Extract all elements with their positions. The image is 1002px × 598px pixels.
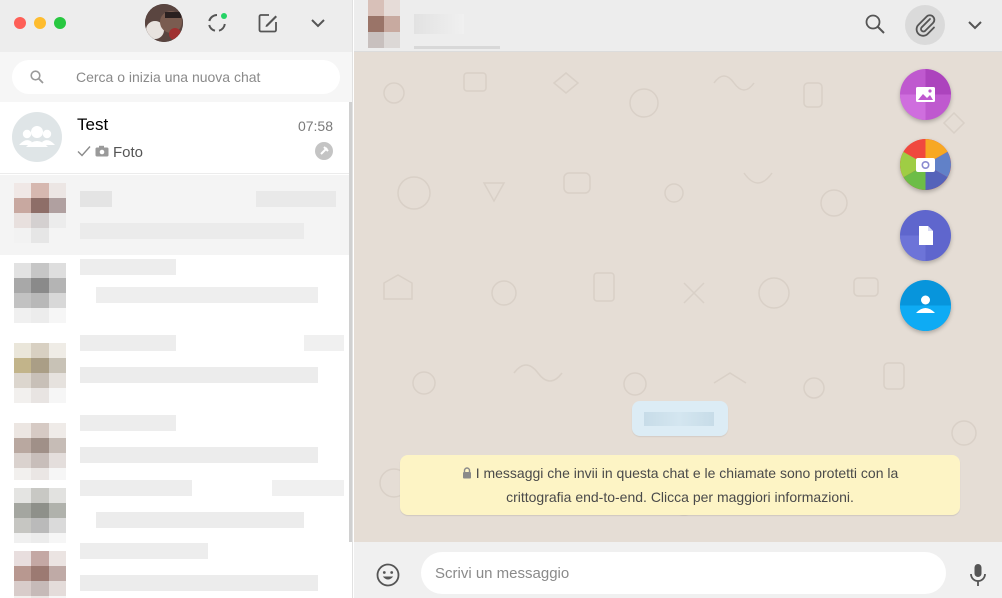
attach-button[interactable] — [905, 5, 945, 45]
redacted-date-pill — [632, 401, 728, 436]
search-bar — [0, 52, 352, 102]
message-composer — [354, 542, 1002, 598]
encryption-notice-line1: I messaggi che invii in questa chat e le… — [475, 465, 899, 481]
chevron-down-icon[interactable] — [306, 11, 330, 35]
redacted-contact-avatar[interactable] — [368, 0, 416, 48]
window-zoom-button[interactable] — [54, 17, 66, 29]
chevron-down-icon[interactable] — [963, 13, 987, 37]
encryption-notice[interactable]: I messaggi che invii in questa chat e le… — [400, 455, 960, 515]
compose-icon[interactable] — [256, 11, 280, 35]
attach-photos-button[interactable] — [900, 69, 951, 120]
document-icon — [919, 226, 933, 245]
redacted-contact-name[interactable] — [414, 14, 464, 34]
redacted-chat-row[interactable] — [0, 335, 349, 415]
chat-preview-text: Foto — [113, 144, 144, 161]
search-icon — [30, 70, 44, 84]
image-icon — [916, 87, 935, 102]
encryption-notice-line2: crittografia end-to-end. Clicca per magg… — [506, 489, 854, 505]
lock-icon — [462, 462, 472, 479]
check-icon — [77, 144, 91, 161]
search-icon[interactable] — [864, 13, 886, 35]
chat-list-panel: Test 07:58 Foto — [0, 0, 353, 598]
group-avatar-icon — [12, 112, 62, 162]
window-close-button[interactable] — [14, 17, 26, 29]
conversation-header — [354, 0, 1002, 52]
window-minimize-button[interactable] — [34, 17, 46, 29]
redacted-contact-subtitle — [414, 46, 500, 49]
chat-list-item[interactable]: Test 07:58 Foto — [0, 102, 349, 174]
conversation-panel: I messaggi che invii in questa chat e le… — [354, 0, 1002, 598]
search-box[interactable] — [12, 60, 340, 94]
redacted-chat-row[interactable] — [0, 175, 349, 255]
camera-icon — [916, 158, 935, 172]
pin-icon — [315, 142, 333, 160]
redacted-chat-list — [0, 175, 349, 598]
message-input[interactable] — [421, 552, 946, 594]
chat-name: Test — [77, 115, 109, 134]
attach-document-button[interactable] — [900, 210, 951, 261]
status-icon[interactable] — [205, 11, 229, 35]
sidebar-header — [0, 0, 352, 52]
scrollbar[interactable] — [349, 102, 352, 542]
search-input[interactable] — [76, 67, 326, 87]
avatar[interactable] — [145, 4, 183, 42]
chat-time: 07:58 — [297, 118, 333, 134]
microphone-icon[interactable] — [966, 562, 990, 588]
redacted-chat-row[interactable] — [0, 255, 349, 335]
emoji-icon[interactable] — [375, 562, 401, 588]
redacted-chat-row[interactable] — [0, 543, 349, 598]
paperclip-icon — [915, 14, 936, 37]
camera-icon — [95, 144, 109, 161]
attach-camera-button[interactable] — [900, 139, 951, 190]
attach-contact-button[interactable] — [900, 280, 951, 331]
chat-preview: Foto — [77, 144, 143, 161]
